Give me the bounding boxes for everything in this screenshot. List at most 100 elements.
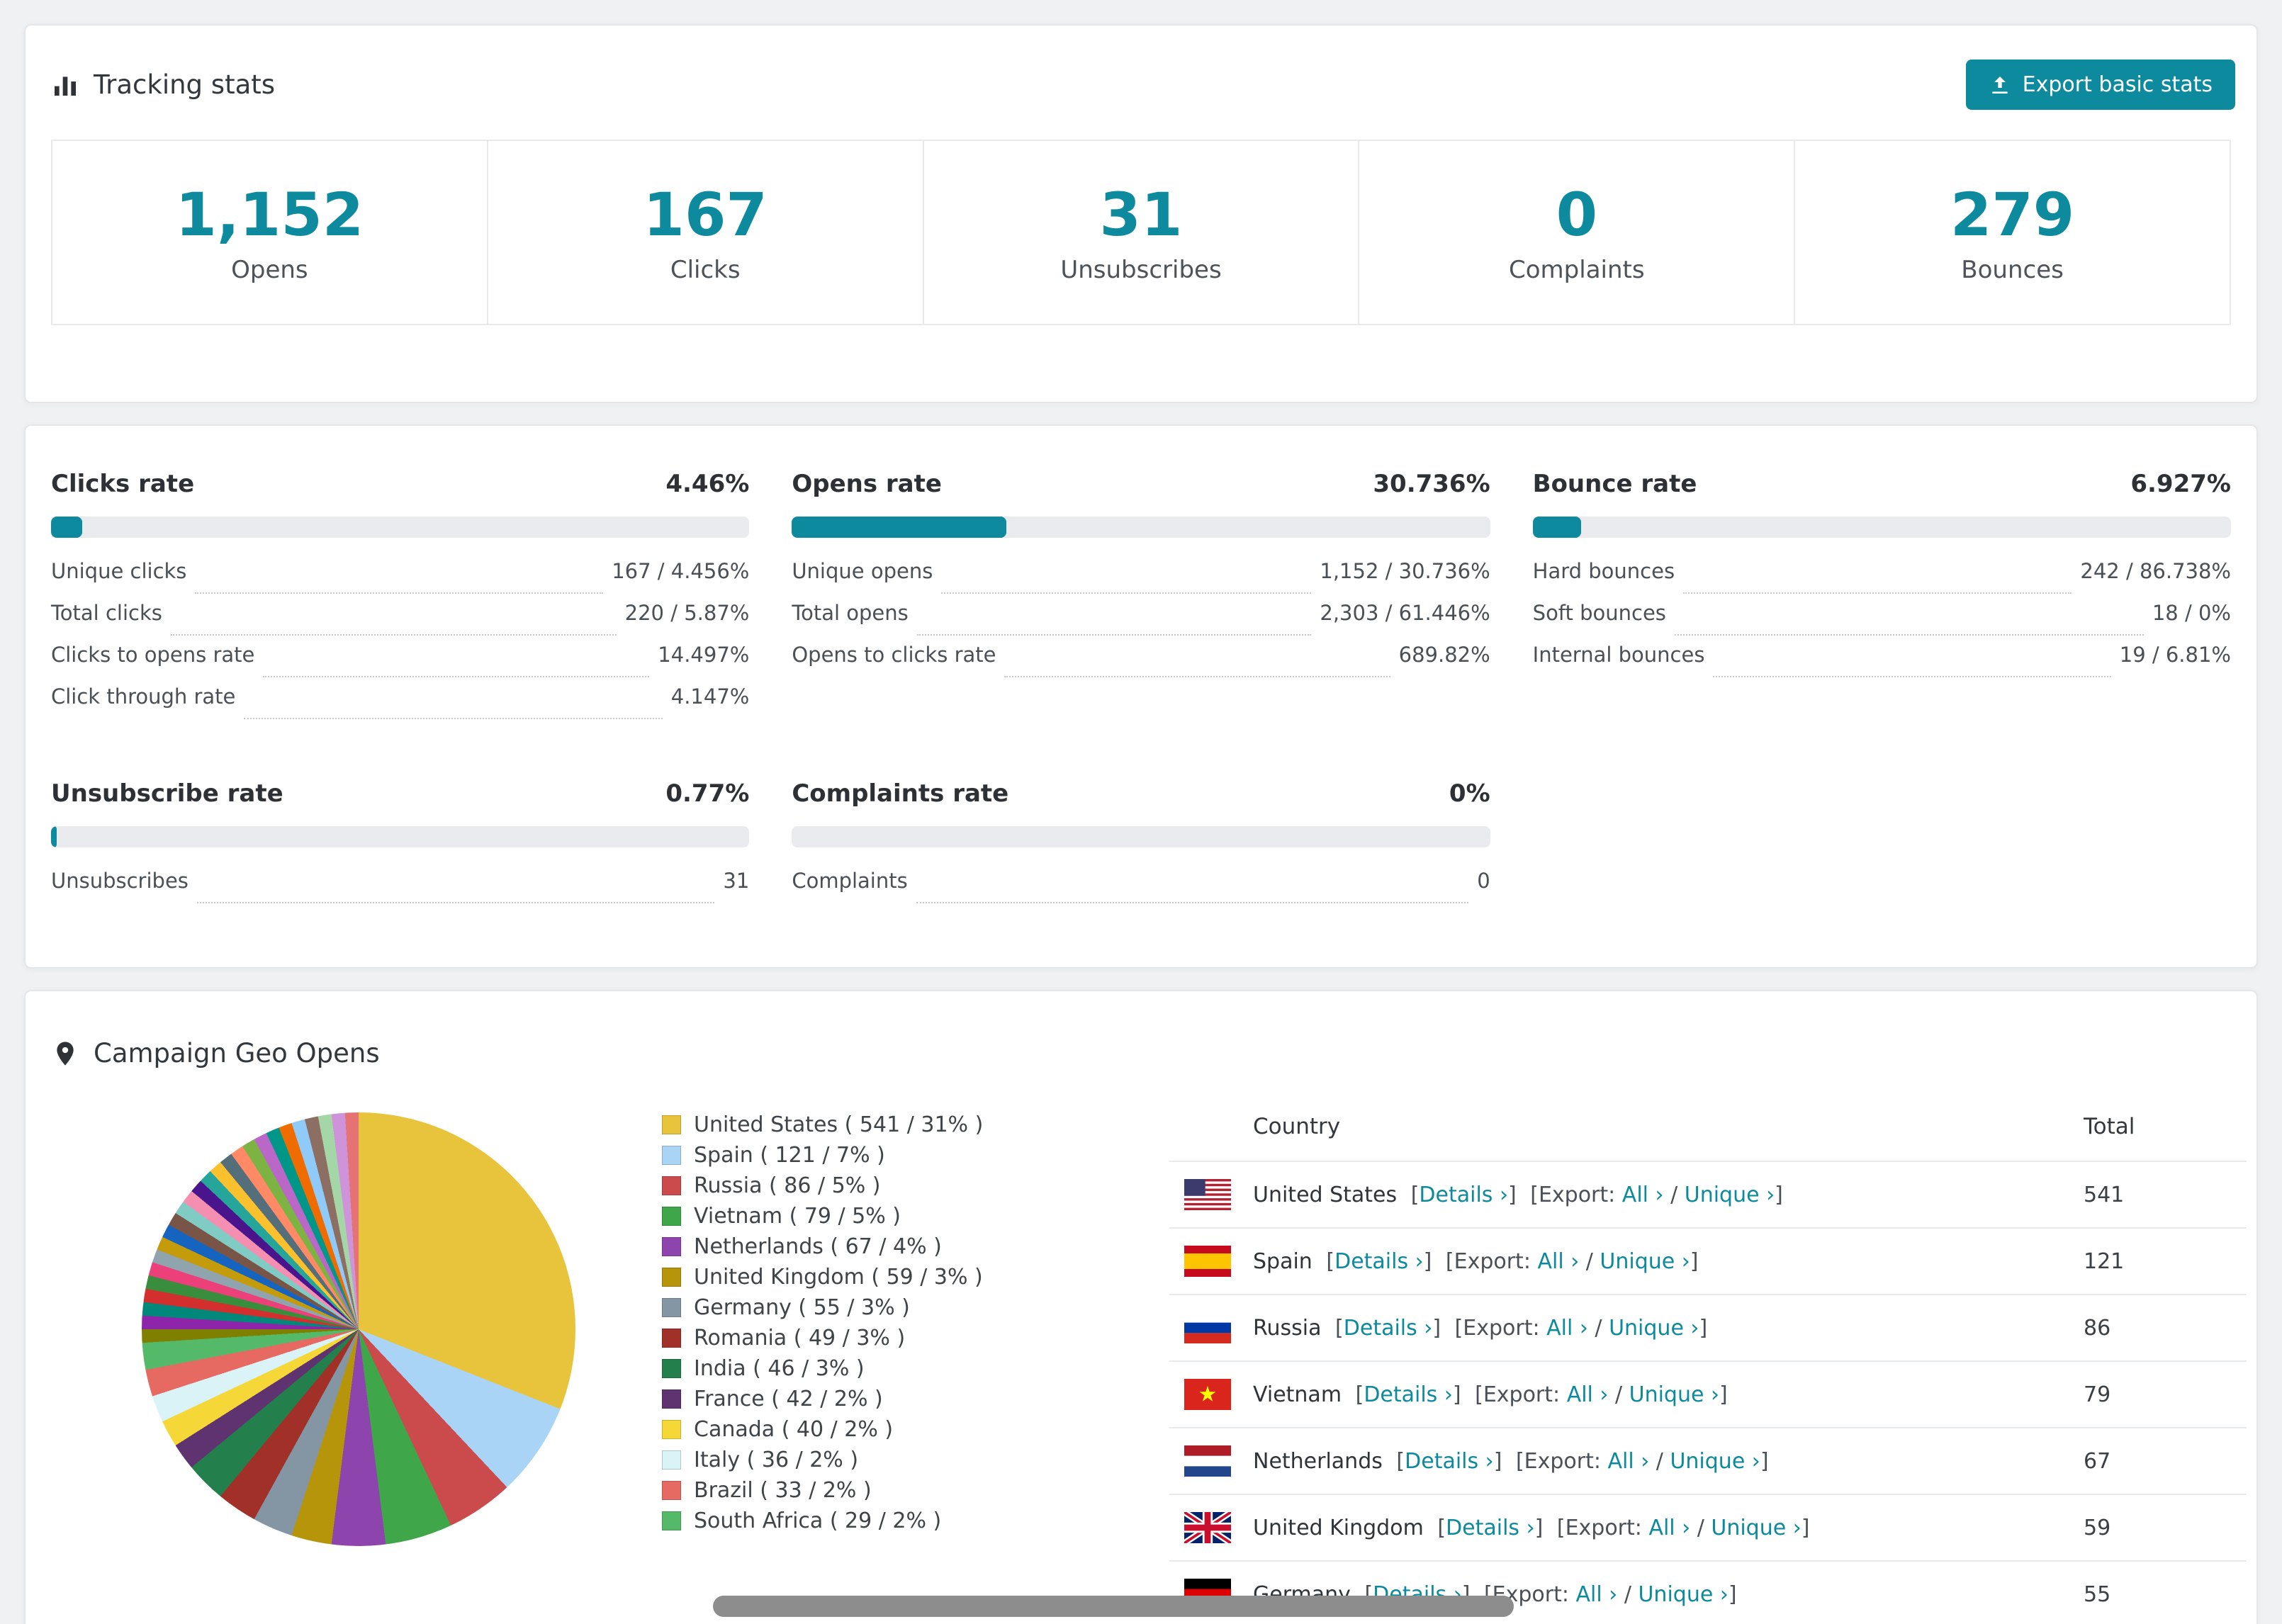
legend-label: Brazil ( 33 / 2% ) [694, 1478, 872, 1504]
stat-value: 279 [1950, 180, 2075, 249]
export-all-link[interactable]: All › [1546, 1316, 1588, 1341]
dotted-leader [244, 718, 663, 720]
country-total: 67 [2084, 1427, 2247, 1495]
metric-label: Click through rate [51, 684, 236, 709]
bracket-open-details: [ [1326, 1248, 1335, 1274]
rate-metric-list: Unsubscribes 31 [51, 869, 749, 910]
export-prefix: [Export: [1454, 1315, 1540, 1341]
export-unique-link[interactable]: Unique › [1600, 1249, 1690, 1274]
details-link[interactable]: Details › [1405, 1449, 1494, 1474]
export-prefix: [Export: [1475, 1382, 1561, 1407]
metric-value: 167 / 4.456% [612, 559, 750, 584]
export-unique-link[interactable]: Unique › [1629, 1382, 1719, 1407]
rate-value: 4.46% [665, 470, 750, 499]
dotted-leader [916, 902, 1469, 904]
bracket-close-details: ] [1493, 1448, 1502, 1474]
bracket-close-details: ] [1507, 1182, 1517, 1207]
metric-value: 4.147% [670, 684, 750, 709]
export-all-link[interactable]: All › [1608, 1449, 1650, 1474]
metric-value: 689.82% [1398, 643, 1490, 667]
stat-label: Unsubscribes [1060, 256, 1222, 285]
legend-item: Germany ( 55 / 3% ) [662, 1292, 1169, 1323]
bracket-close-export: ] [1699, 1315, 1708, 1341]
rate-block: Unsubscribe rate 0.77% Unsubscribes 31 [51, 779, 750, 910]
details-link[interactable]: Details › [1364, 1382, 1453, 1407]
flag-es-icon [1184, 1246, 1231, 1278]
legend-item: Brazil ( 33 / 2% ) [662, 1475, 1169, 1506]
metric-value: 220 / 5.87% [624, 601, 750, 626]
metric-row: Unsubscribes 31 [51, 869, 749, 910]
export-all-link[interactable]: All › [1567, 1382, 1609, 1407]
stat-card: 31 Unsubscribes [922, 141, 1359, 325]
progress-bar [1532, 517, 2231, 538]
legend-item: Spain ( 121 / 7% ) [662, 1140, 1169, 1171]
country-name: Netherlands [1253, 1448, 1383, 1474]
details-link[interactable]: Details › [1344, 1316, 1433, 1341]
bracket-open-details: [ [1335, 1315, 1344, 1341]
legend-swatch [662, 1115, 681, 1135]
export-unique-link[interactable]: Unique › [1685, 1183, 1775, 1207]
rate-title: Clicks rate [51, 470, 195, 499]
export-all-link[interactable]: All › [1537, 1249, 1579, 1274]
metric-label: Unique clicks [51, 559, 187, 584]
bracket-close-details: ] [1452, 1382, 1461, 1407]
legend-swatch [662, 1298, 681, 1318]
rate-header: Unsubscribe rate 0.77% [51, 779, 749, 808]
page: Tracking stats Export basic stats 1,152 … [0, 0, 2282, 1624]
export-all-link[interactable]: All › [1576, 1582, 1618, 1607]
metric-row: Opens to clicks rate 689.82% [792, 643, 1490, 684]
bracket-close-export: ] [1760, 1448, 1769, 1474]
legend-item: Romania ( 49 / 3% ) [662, 1323, 1169, 1353]
stats-row: 1,152 Opens 167 Clicks 31 Unsubscribes 0… [51, 140, 2231, 326]
dotted-leader [1674, 634, 2144, 636]
export-prefix: [Export: [1530, 1182, 1616, 1207]
country-name: Russia [1253, 1315, 1322, 1341]
legend-label: United Kingdom ( 59 / 3% ) [694, 1265, 983, 1290]
legend-swatch [662, 1450, 681, 1470]
progress-fill [51, 517, 82, 538]
horizontal-scrollbar-thumb[interactable] [713, 1596, 1514, 1617]
dotted-leader [195, 592, 604, 594]
rates-card: Clicks rate 4.46% Unique clicks 167 / 4.… [24, 424, 2258, 969]
rate-metric-list: Unique opens 1,152 / 30.736% Total opens… [792, 559, 1490, 684]
legend-swatch [662, 1237, 681, 1257]
export-unique-link[interactable]: Unique › [1711, 1516, 1801, 1540]
progress-fill [51, 826, 57, 848]
stat-card: 1,152 Opens [52, 141, 487, 324]
export-unique-link[interactable]: Unique › [1609, 1316, 1699, 1341]
rate-value: 6.927% [2130, 470, 2231, 499]
details-link[interactable]: Details › [1419, 1183, 1508, 1207]
country-name: United Kingdom [1253, 1515, 1424, 1540]
slash-separator: / [1624, 1581, 1631, 1607]
rate-metric-list: Hard bounces 242 / 86.738% Soft bounces … [1533, 559, 2231, 684]
export-unique-link[interactable]: Unique › [1670, 1449, 1760, 1474]
dotted-leader [916, 634, 1312, 636]
progress-fill [792, 517, 1007, 538]
rate-header: Bounce rate 6.927% [1533, 470, 2231, 498]
export-all-link[interactable]: All › [1622, 1183, 1664, 1207]
details-link[interactable]: Details › [1334, 1249, 1424, 1274]
geo-table-row: Russia [Details ›] [Export: All › / Uniq… [1169, 1294, 2247, 1362]
export-basic-stats-button[interactable]: Export basic stats [1965, 60, 2235, 110]
rate-title: Opens rate [792, 470, 942, 499]
metric-label: Complaints [792, 869, 908, 893]
metric-value: 0 [1477, 869, 1490, 893]
rate-value: 30.736% [1373, 470, 1490, 499]
map-pin-icon [57, 1042, 74, 1066]
metric-label: Internal bounces [1532, 643, 1705, 667]
slash-separator: / [1614, 1382, 1623, 1407]
metric-label: Unsubscribes [51, 869, 189, 893]
details-link[interactable]: Details › [1446, 1516, 1535, 1540]
dotted-leader [196, 902, 715, 904]
export-unique-link[interactable]: Unique › [1638, 1582, 1728, 1607]
legend-swatch [662, 1511, 681, 1531]
metric-label: Clicks to opens rate [51, 643, 255, 667]
dotted-leader [170, 634, 617, 636]
export-icon [1991, 76, 2008, 94]
legend-item: Vietnam ( 79 / 5% ) [662, 1201, 1169, 1231]
bar-chart-icon [55, 76, 76, 96]
export-all-link[interactable]: All › [1648, 1516, 1690, 1540]
geo-table-header-row: Country Total [1169, 1101, 2247, 1161]
rate-header: Opens rate 30.736% [792, 470, 1490, 498]
slash-separator: / [1670, 1182, 1678, 1207]
